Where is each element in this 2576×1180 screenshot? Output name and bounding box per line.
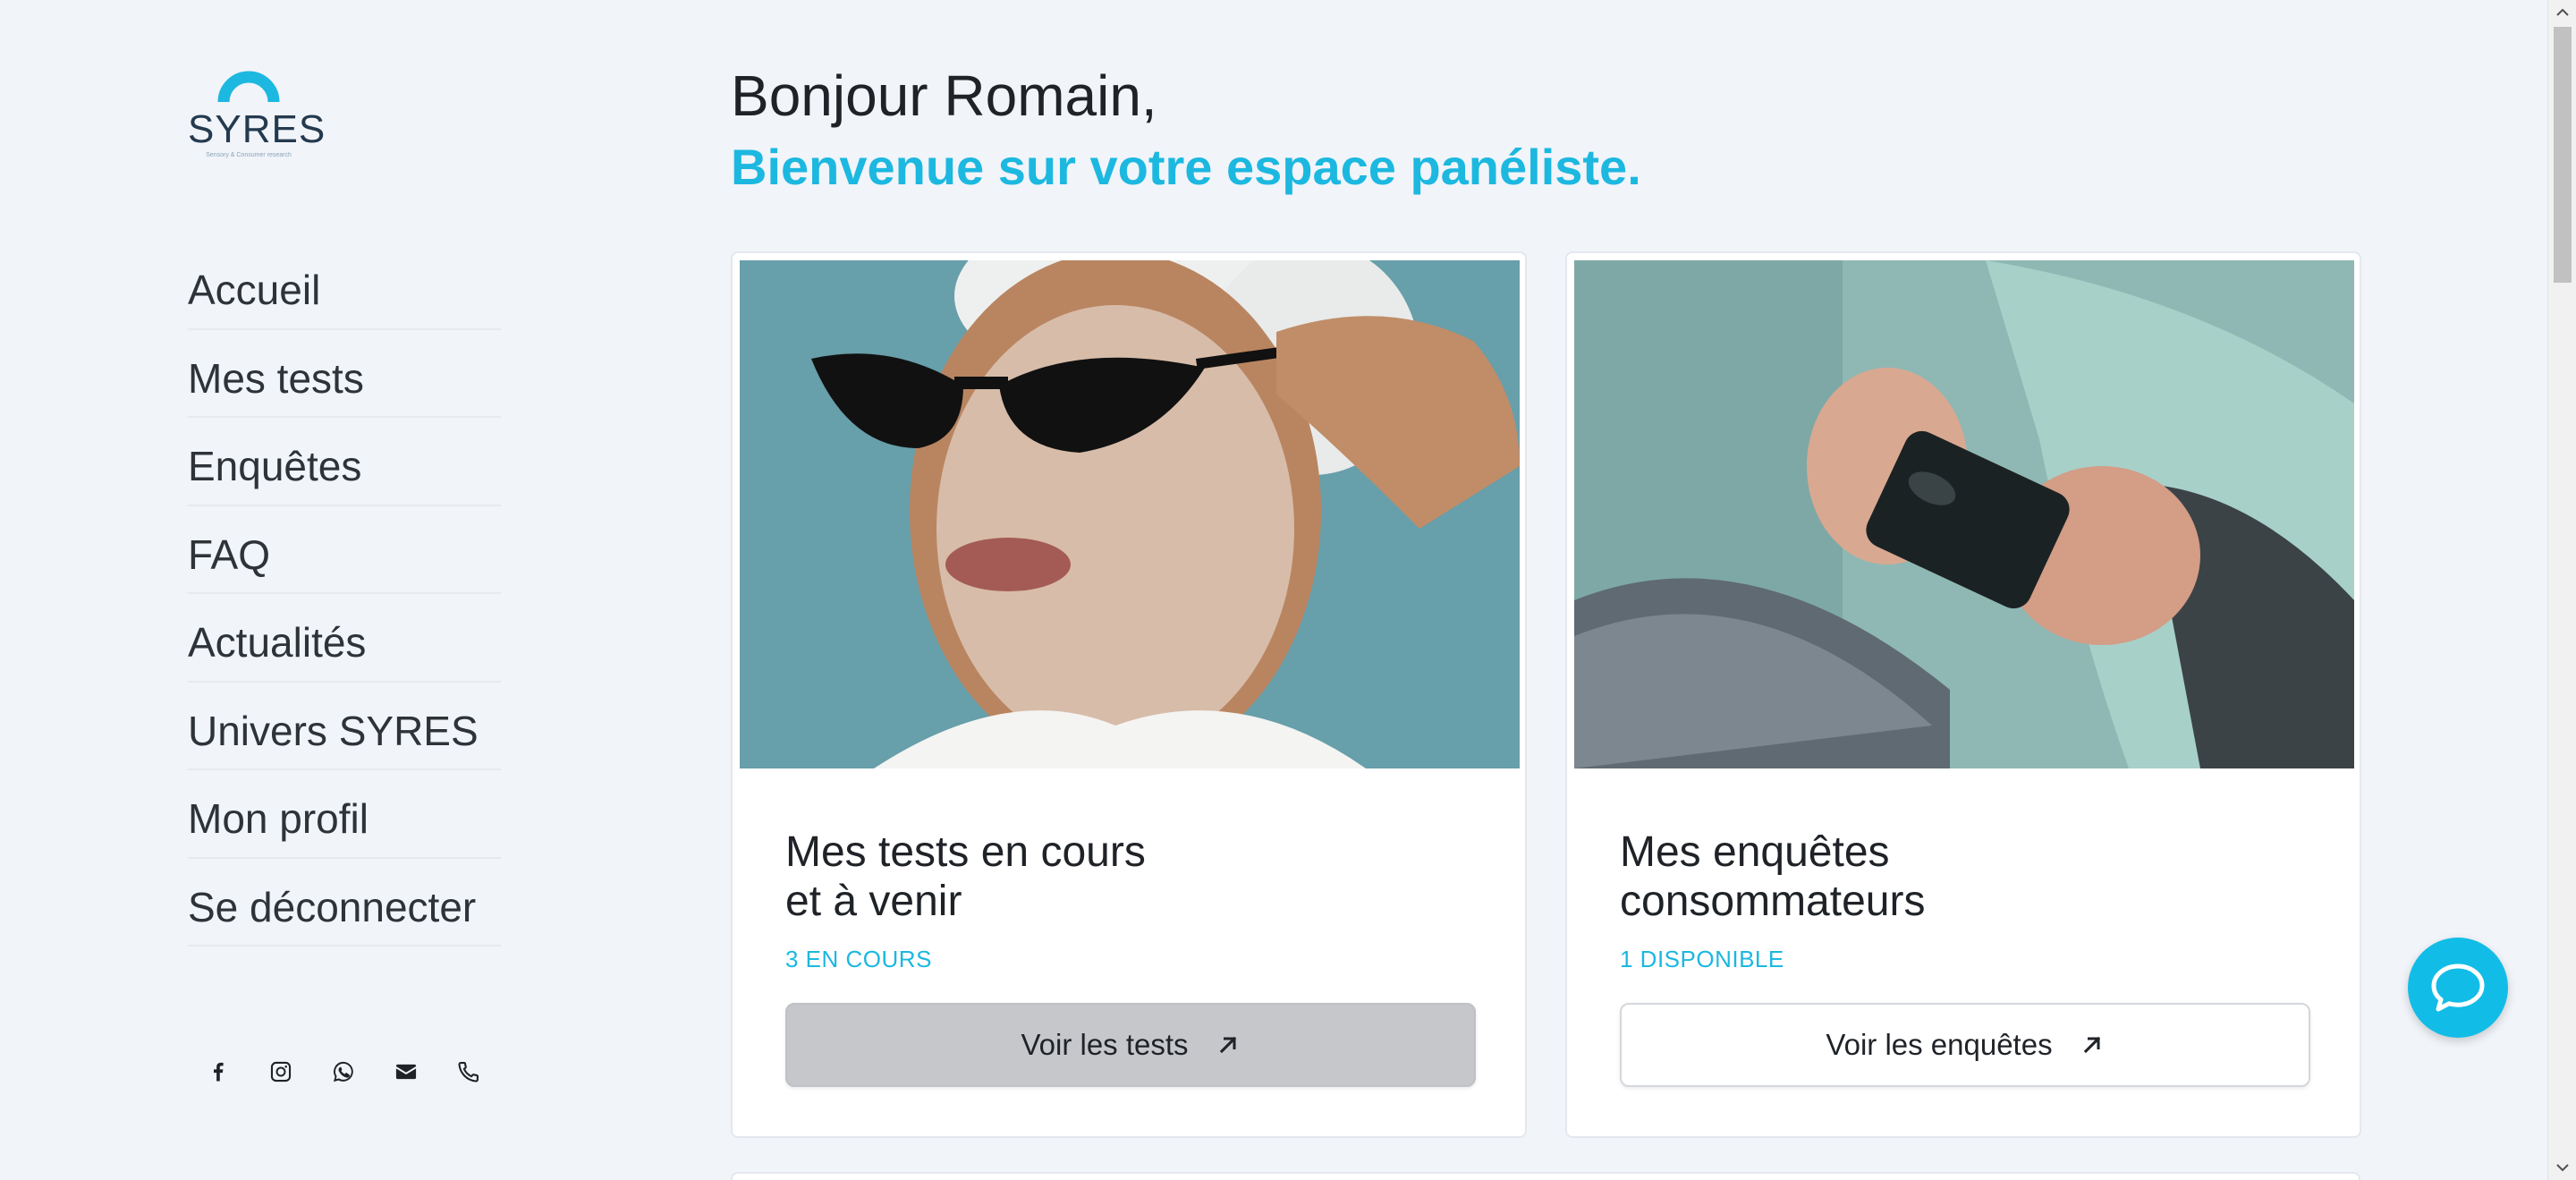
tests-card-title-line2: et à venir [785,878,962,925]
surveys-card-title-line1: Mes enquêtes [1620,828,1890,876]
arrow-up-right-icon [1219,1036,1236,1054]
surveys-count-label: 1 DISPONIBLE [1620,946,1784,972]
social-links [188,1053,501,1091]
tests-card-title: Mes tests en cours et à venir [785,828,1411,926]
page-scrollbar[interactable] [2547,0,2576,1180]
email-icon[interactable] [376,1053,438,1091]
surveys-card-image [1574,260,2354,768]
nav-item-se-deconnecter[interactable]: Se déconnecter [188,859,501,947]
nav-item-enquetes[interactable]: Enquêtes [188,418,501,506]
greeting-heading: Bonjour Romain, [731,64,1157,128]
chat-bubble-icon [2431,964,2485,1012]
arrow-up-right-icon [2083,1036,2100,1054]
tests-count-label: 3 EN COURS [785,946,932,972]
view-tests-button[interactable]: Voir les tests [785,1003,1476,1087]
instagram-icon[interactable] [250,1053,313,1091]
chat-button[interactable] [2408,938,2508,1038]
nav-item-mon-profil[interactable]: Mon profil [188,770,501,859]
scrollbar-thumb[interactable] [2554,27,2572,283]
logo-tagline: Sensory & Consumer research [206,152,292,158]
whatsapp-icon[interactable] [313,1053,376,1091]
surveys-card: Mes enquêtes consommateurs 1 DISPONIBLE … [1565,251,2361,1138]
tests-card-image [740,260,1520,768]
welcome-subheading: Bienvenue sur votre espace panéliste. [731,139,1641,195]
facebook-icon[interactable] [188,1053,250,1091]
nav-item-univers-syres[interactable]: Univers SYRES [188,683,501,770]
tests-card-title-line1: Mes tests en cours [785,828,1146,876]
logo-wordmark: SYRES [188,107,326,151]
view-tests-button-label: Voir les tests [1021,1028,1189,1061]
nav-item-mes-tests[interactable]: Mes tests [188,330,501,418]
surveys-card-title: Mes enquêtes consommateurs [1620,828,2246,926]
nav-item-actualites[interactable]: Actualités [188,594,501,683]
sidebar: SYRES Sensory & Consumer research Accuei… [188,0,510,1180]
view-surveys-button[interactable]: Voir les enquêtes [1620,1003,2310,1087]
next-section-edge [731,1172,2360,1180]
view-surveys-button-label: Voir les enquêtes [1826,1028,2053,1061]
scroll-down-arrow-icon[interactable] [2548,1155,2576,1180]
nav-item-accueil[interactable]: Accueil [188,242,501,330]
page: SYRES Sensory & Consumer research Accuei… [0,0,2576,1180]
tests-card: Mes tests en cours et à venir 3 EN COURS… [731,251,1527,1138]
nav-item-faq[interactable]: FAQ [188,506,501,594]
main-nav: Accueil Mes tests Enquêtes FAQ Actualité… [188,242,501,947]
phone-icon[interactable] [438,1053,501,1091]
surveys-card-title-line2: consommateurs [1620,878,1926,925]
syres-logo[interactable]: SYRES Sensory & Consumer research [188,47,326,163]
scroll-up-arrow-icon[interactable] [2548,0,2576,25]
